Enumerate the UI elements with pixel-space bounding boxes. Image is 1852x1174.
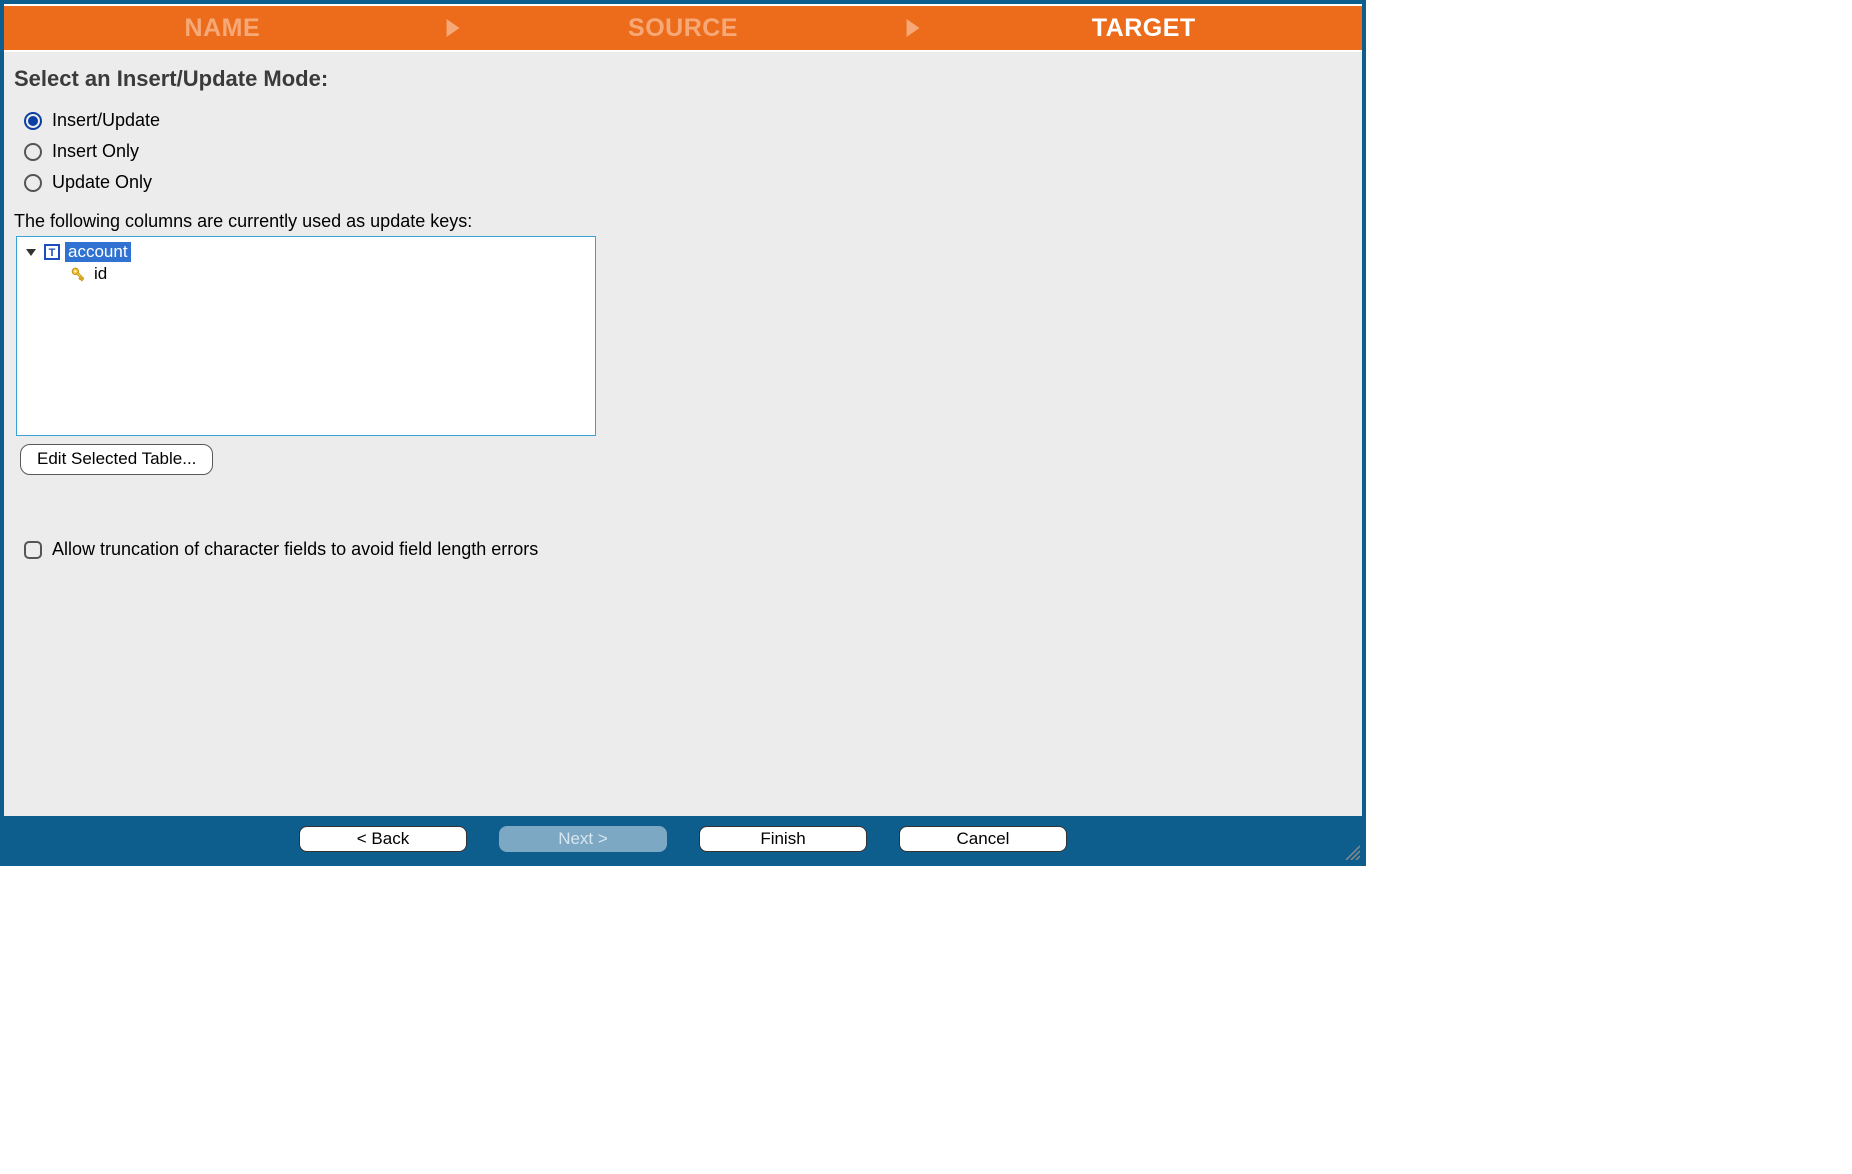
tree-child-label: id: [91, 264, 110, 284]
step-source[interactable]: SOURCE: [465, 14, 902, 43]
step-name[interactable]: NAME: [4, 14, 441, 43]
update-keys-tree[interactable]: T account id: [16, 236, 596, 436]
edit-selected-table-button[interactable]: Edit Selected Table...: [20, 444, 213, 475]
radio-insert-update[interactable]: Insert/Update: [24, 110, 160, 131]
radio-label: Insert Only: [52, 141, 139, 162]
wizard-steps-header: NAME SOURCE TARGET: [4, 6, 1362, 50]
radio-icon: [24, 174, 42, 192]
key-icon: [69, 265, 87, 283]
radio-icon: [24, 143, 42, 161]
allow-truncation-label: Allow truncation of character fields to …: [52, 539, 538, 560]
tree-child-node[interactable]: id: [25, 263, 589, 285]
tree-root-node[interactable]: T account: [25, 241, 589, 263]
step-arrow-icon: [901, 19, 925, 37]
cancel-button[interactable]: Cancel: [899, 826, 1067, 852]
next-button: Next >: [499, 826, 667, 852]
allow-truncation-row[interactable]: Allow truncation of character fields to …: [24, 539, 1352, 560]
section-title: Select an Insert/Update Mode:: [14, 66, 1352, 92]
step-target[interactable]: TARGET: [925, 14, 1362, 43]
radio-insert-only[interactable]: Insert Only: [24, 141, 139, 162]
expand-toggle-icon[interactable]: [25, 247, 37, 257]
radio-label: Update Only: [52, 172, 152, 193]
update-keys-label: The following columns are currently used…: [14, 211, 1352, 232]
radio-label: Insert/Update: [52, 110, 160, 131]
radio-update-only[interactable]: Update Only: [24, 172, 152, 193]
step-arrow-icon: [441, 19, 465, 37]
finish-button[interactable]: Finish: [699, 826, 867, 852]
mode-radio-group: Insert/Update Insert Only Update Only: [24, 110, 1352, 193]
wizard-content: Select an Insert/Update Mode: Insert/Upd…: [4, 52, 1362, 816]
wizard-footer: < Back Next > Finish Cancel: [4, 816, 1362, 862]
tree-root-label: account: [65, 242, 131, 262]
allow-truncation-checkbox[interactable]: [24, 541, 42, 559]
wizard-frame: NAME SOURCE TARGET Select an Insert/Upda…: [0, 0, 1366, 866]
radio-icon: [24, 112, 42, 130]
svg-text:T: T: [49, 247, 56, 259]
table-icon: T: [43, 243, 61, 261]
back-button[interactable]: < Back: [299, 826, 467, 852]
